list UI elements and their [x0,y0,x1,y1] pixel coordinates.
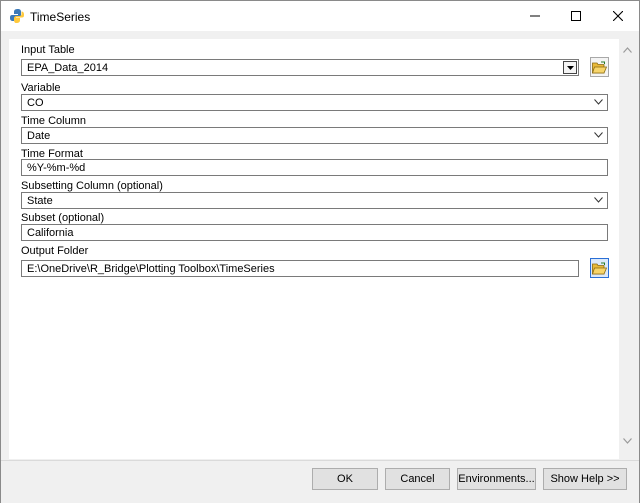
time-column-combobox[interactable]: Date [21,127,608,144]
cancel-button[interactable]: Cancel [385,468,450,490]
maximize-icon [571,11,581,21]
subsetting-column-value: State [27,195,53,207]
scroll-down-button[interactable] [619,432,636,449]
minimize-icon [530,15,540,17]
time-format-value: %Y-%m-%d [27,162,86,174]
variable-combobox[interactable]: CO [21,94,608,111]
chevron-down-icon [594,132,603,138]
open-folder-icon [592,262,607,274]
close-button[interactable] [598,1,638,31]
subsetting-column-label: Subsetting Column (optional) [21,180,163,192]
chevron-down-icon [623,437,632,444]
timeseries-dialog: TimeSeries Input Table EPA_Data_2014 Var… [0,0,640,503]
output-folder-label: Output Folder [21,245,89,257]
subset-input[interactable]: California [21,224,608,241]
time-column-value: Date [27,130,51,142]
python-tool-icon [9,8,25,24]
close-icon [613,11,623,21]
time-format-input[interactable]: %Y-%m-%d [21,159,608,176]
open-folder-icon [592,61,607,73]
input-table-value: EPA_Data_2014 [27,62,109,74]
vertical-scrollbar[interactable] [619,39,636,459]
subset-label: Subset (optional) [21,212,105,224]
output-folder-browse-button[interactable] [590,258,609,278]
subset-value: California [27,227,74,239]
subsetting-column-combobox[interactable]: State [21,192,608,209]
input-table-browse-button[interactable] [590,57,609,77]
output-folder-value: E:\OneDrive\R_Bridge\Plotting Toolbox\Ti… [27,263,275,275]
input-table-combobox[interactable]: EPA_Data_2014 [21,59,579,76]
title-bar[interactable]: TimeSeries [1,1,639,31]
input-table-dropdown-button[interactable] [563,61,577,74]
ok-button[interactable]: OK [312,468,378,490]
chevron-down-icon [594,99,603,105]
window-title: TimeSeries [30,10,91,24]
variable-label: Variable [21,82,61,94]
environments-button[interactable]: Environments... [457,468,536,490]
chevron-up-icon [623,46,632,53]
scroll-up-button[interactable] [619,41,636,58]
variable-value: CO [27,97,44,109]
dropdown-arrow-icon [566,65,574,70]
input-table-label: Input Table [21,44,75,56]
minimize-button[interactable] [515,1,555,31]
show-help-button[interactable]: Show Help >> [543,468,627,490]
output-folder-input[interactable]: E:\OneDrive\R_Bridge\Plotting Toolbox\Ti… [21,260,579,277]
maximize-button[interactable] [556,1,596,31]
chevron-down-icon [594,197,603,203]
time-column-label: Time Column [21,115,86,127]
